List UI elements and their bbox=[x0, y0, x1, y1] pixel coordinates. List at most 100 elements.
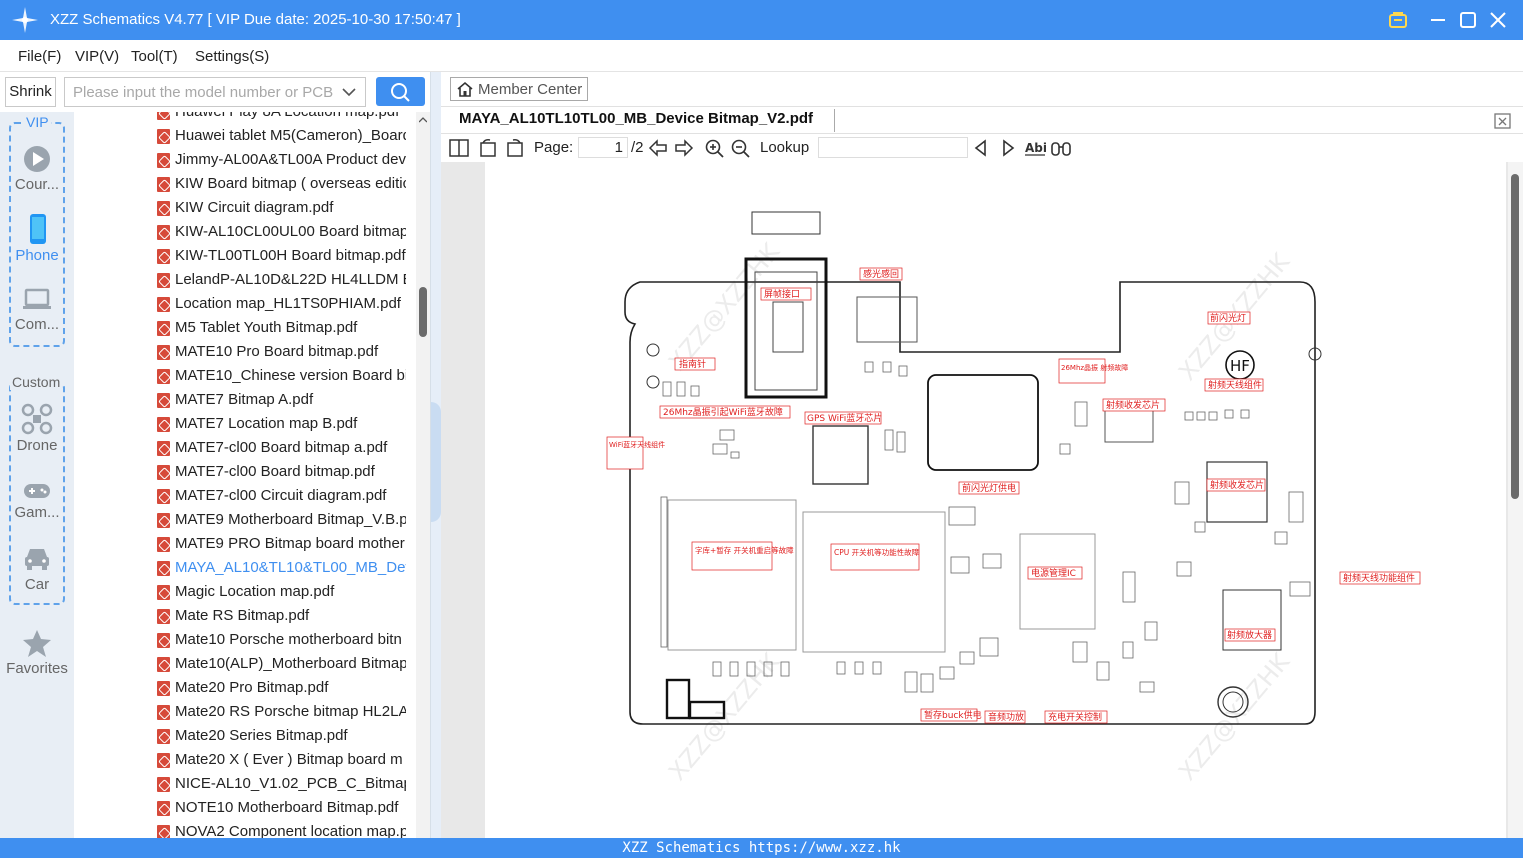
splitter-handle[interactable] bbox=[431, 402, 441, 522]
file-list-item[interactable]: MATE7-cl00 Board bitmap.pdf bbox=[74, 461, 416, 485]
file-list-item[interactable]: KIW-TL00TL00H Board bitmap.pdf bbox=[74, 245, 416, 269]
next-page-icon[interactable] bbox=[673, 138, 695, 158]
file-list-item[interactable]: MAYA_AL10&TL10&TL00_MB_Devi bbox=[74, 557, 416, 581]
file-list-item[interactable]: M5 Tablet Youth Bitmap.pdf bbox=[74, 317, 416, 341]
lookup-input[interactable] bbox=[818, 137, 968, 158]
match-case-icon[interactable]: Abi bbox=[1024, 138, 1046, 158]
nav-phone[interactable]: Phone bbox=[0, 213, 74, 264]
file-name: KIW-TL00TL00H Board bitmap.pdf bbox=[175, 247, 406, 264]
annotation-wifi-26mhz: 26Mhz晶振引起WiFi蓝牙故障 bbox=[663, 406, 783, 418]
annotation-audio: 音频功放 bbox=[988, 711, 1024, 723]
file-list-item[interactable]: Huawei Play 8A Location map.pdf bbox=[74, 112, 416, 125]
file-list-scroll-thumb[interactable] bbox=[419, 287, 427, 337]
prev-page-icon[interactable] bbox=[647, 138, 669, 158]
file-list-item[interactable]: KIW Board bitmap ( overseas editic bbox=[74, 173, 416, 197]
file-list-item[interactable]: Mate RS Bitmap.pdf bbox=[74, 605, 416, 629]
file-name: Mate RS Bitmap.pdf bbox=[175, 607, 310, 624]
member-center-button[interactable]: Member Center bbox=[450, 77, 588, 101]
document-tab[interactable]: MAYA_AL10TL10TL00_MB_Device Bitmap_V2.pd… bbox=[459, 110, 813, 127]
file-list-item[interactable]: Mate10 Porsche motherboard bitn bbox=[74, 629, 416, 653]
file-list-item[interactable]: MATE10_Chinese version Board bit bbox=[74, 365, 416, 389]
file-list-item[interactable]: NICE-AL10_V1.02_PCB_C_Bitmap(1( bbox=[74, 773, 416, 797]
file-list-item[interactable]: Mate20 Series Bitmap.pdf bbox=[74, 725, 416, 749]
file-list-item[interactable]: LelandP-AL10D&L22D HL4LLDM B bbox=[74, 269, 416, 293]
tab-separator bbox=[834, 109, 835, 132]
menu-vip[interactable]: VIP(V) bbox=[75, 48, 119, 65]
zoom-in-icon[interactable] bbox=[704, 138, 726, 158]
nav-drone[interactable]: Drone bbox=[0, 403, 74, 454]
file-name: LelandP-AL10D&L22D HL4LLDM B bbox=[175, 271, 406, 288]
nav-favorites[interactable]: Favorites bbox=[0, 628, 74, 677]
maximize-icon[interactable] bbox=[1457, 9, 1479, 31]
file-list-item[interactable]: Huawei tablet M5(Cameron)_Board bbox=[74, 125, 416, 149]
file-list-item[interactable]: NOTE10 Motherboard Bitmap.pdf bbox=[74, 797, 416, 821]
file-list-item[interactable]: Location map_HL1TS0PHIAM.pdf bbox=[74, 293, 416, 317]
mount-hole bbox=[646, 343, 660, 357]
rotate-right-icon[interactable] bbox=[504, 138, 526, 158]
file-list-scrollbar[interactable] bbox=[416, 112, 430, 838]
shrink-button[interactable]: Shrink bbox=[5, 77, 56, 107]
file-name: Mate20 Pro Bitmap.pdf bbox=[175, 679, 329, 696]
rotate-left-icon[interactable] bbox=[477, 138, 499, 158]
nav-courses[interactable]: Cour... bbox=[0, 144, 74, 193]
nav-gaming[interactable]: Gam... bbox=[0, 480, 74, 521]
file-list-item[interactable]: MATE7-cl00 Board bitmap a.pdf bbox=[74, 437, 416, 461]
file-list-item[interactable]: Mate10(ALP)_Motherboard Bitmap bbox=[74, 653, 416, 677]
file-list-item[interactable]: Mate20 X ( Ever ) Bitmap board m bbox=[74, 749, 416, 773]
file-list-item[interactable]: KIW Circuit diagram.pdf bbox=[74, 197, 416, 221]
page-label: Page: bbox=[534, 139, 574, 156]
file-list-item[interactable]: Magic Location map.pdf bbox=[74, 581, 416, 605]
file-list-item[interactable]: Mate20 Pro Bitmap.pdf bbox=[74, 677, 416, 701]
menu-settings[interactable]: Settings(S) bbox=[195, 48, 269, 65]
file-list-item[interactable]: NOVA2 Component location map.p bbox=[74, 821, 416, 838]
annotation-compass: 指南针 bbox=[679, 358, 706, 370]
file-name: MATE7-cl00 Board bitmap a.pdf bbox=[175, 439, 388, 456]
file-list-item[interactable]: MATE7 Bitmap A.pdf bbox=[74, 389, 416, 413]
pdf-page[interactable]: XZZ@XZZHK XZZ@XZZHK XZZ@XZZHK XZZ@XZZHK bbox=[485, 162, 1506, 838]
pdf-file-icon bbox=[157, 585, 170, 600]
pdf-file-icon bbox=[157, 417, 170, 432]
vip-icon[interactable] bbox=[1387, 9, 1409, 31]
file-list-item[interactable]: KIW-AL10CL00UL00 Board bitmap. bbox=[74, 221, 416, 245]
binoculars-icon[interactable] bbox=[1050, 138, 1072, 158]
member-center-label: Member Center bbox=[478, 81, 583, 98]
nav-computer[interactable]: Com... bbox=[0, 286, 74, 333]
pane-splitter[interactable] bbox=[430, 72, 441, 838]
file-list-item[interactable]: MATE7-cl00 Circuit diagram.pdf bbox=[74, 485, 416, 509]
drone-icon bbox=[21, 403, 53, 435]
menu-tool[interactable]: Tool(T) bbox=[131, 48, 178, 65]
close-icon[interactable] bbox=[1487, 9, 1509, 31]
file-list-item[interactable]: MATE9 Motherboard Bitmap_V.B.p bbox=[74, 509, 416, 533]
pdf-file-icon bbox=[157, 657, 170, 672]
light-sensor-part bbox=[856, 296, 918, 343]
file-list-item[interactable]: MATE7 Location map B.pdf bbox=[74, 413, 416, 437]
nav-car[interactable]: Car bbox=[0, 544, 74, 593]
search-button[interactable] bbox=[376, 77, 425, 106]
document-scroll-thumb[interactable] bbox=[1511, 174, 1519, 499]
annotation-charge: 充电开关控制 bbox=[1048, 711, 1102, 723]
find-next-icon[interactable] bbox=[997, 138, 1019, 158]
pdf-file-icon bbox=[157, 561, 170, 576]
minimize-icon[interactable] bbox=[1427, 9, 1449, 31]
search-input[interactable] bbox=[65, 78, 335, 106]
zoom-out-icon[interactable] bbox=[730, 138, 752, 158]
close-tab-icon[interactable] bbox=[1494, 112, 1512, 130]
pdf-file-icon bbox=[157, 777, 170, 792]
chevron-down-icon[interactable] bbox=[341, 84, 357, 100]
search-combobox[interactable] bbox=[64, 77, 366, 107]
document-scrollbar[interactable] bbox=[1508, 162, 1523, 838]
file-list-item[interactable]: MATE10 Pro Board bitmap.pdf bbox=[74, 341, 416, 365]
file-list-item[interactable]: Jimmy-AL00A&TL00A Product dev bbox=[74, 149, 416, 173]
pdf-file-icon bbox=[157, 633, 170, 648]
page-number-input[interactable] bbox=[578, 137, 628, 158]
pdf-file-icon bbox=[157, 393, 170, 408]
pdf-file-icon bbox=[157, 177, 170, 192]
play-icon bbox=[24, 146, 50, 172]
find-prev-icon[interactable] bbox=[970, 138, 992, 158]
file-list-item[interactable]: Mate20 RS Porsche bitmap HL2LA' bbox=[74, 701, 416, 725]
file-name: MATE9 Motherboard Bitmap_V.B.p bbox=[175, 511, 406, 528]
sidebar-toggle-icon[interactable] bbox=[448, 138, 470, 158]
menu-file[interactable]: File(F) bbox=[18, 48, 61, 65]
scroll-up-icon[interactable] bbox=[419, 116, 427, 124]
file-list-item[interactable]: MATE9 PRO Bitmap board mother bbox=[74, 533, 416, 557]
